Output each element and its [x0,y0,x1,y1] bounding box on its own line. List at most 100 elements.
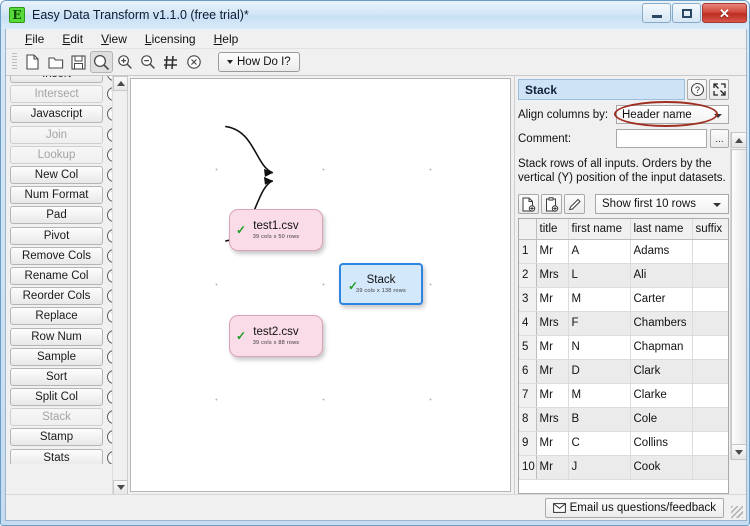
table-cell[interactable]: Cook [630,455,692,479]
zoom-fit-button[interactable] [90,51,113,73]
save-button[interactable] [67,51,90,73]
table-row[interactable]: 10MrJCookMr [519,455,729,479]
table-cell[interactable]: Chapman [630,335,692,359]
table-cell[interactable]: Cole [630,407,692,431]
table-row[interactable]: 5MrNChapmanMr [519,335,729,359]
table-cell[interactable]: M [568,383,630,407]
table-cell[interactable]: Mr [536,359,568,383]
resize-grip[interactable] [731,506,743,518]
copy-clipboard-button[interactable] [541,194,562,214]
panel-help-button[interactable]: ? [687,79,707,100]
sidebar-scroll-up-button[interactable] [113,76,128,91]
close-button[interactable]: ✕ [702,3,747,23]
table-cell[interactable]: Mrs [728,263,729,287]
table-cell[interactable]: Collins [630,431,692,455]
column-header-first-name[interactable]: first name [568,219,630,239]
table-cell[interactable]: Mrs [536,407,568,431]
table-cell[interactable]: Mr [728,455,729,479]
table-row[interactable]: 1MrAAdamsMr [519,239,729,263]
table-cell[interactable]: Mrs [728,407,729,431]
table-cell[interactable]: Mrs [728,311,729,335]
transform-button-pivot[interactable]: Pivot [10,227,103,245]
data-grid[interactable]: title first name last name suffix disp 1… [518,218,729,494]
edit-pencil-button[interactable] [564,194,585,214]
transform-button-sample[interactable]: Sample [10,348,103,366]
table-cell[interactable]: Mr [536,383,568,407]
menu-view[interactable]: View [92,30,136,48]
table-cell[interactable]: Mr [536,239,568,263]
table-cell[interactable] [692,311,728,335]
menu-file[interactable]: File [16,30,53,48]
table-cell[interactable]: Clarke [630,383,692,407]
grid-scroll-down-button[interactable] [731,444,746,460]
sidebar-scrollbar[interactable] [112,76,127,494]
transform-button-remove-cols[interactable]: Remove Cols [10,247,103,265]
menu-help[interactable]: Help [205,30,248,48]
table-cell[interactable]: Mr [728,287,729,311]
toolbar-grip[interactable] [12,53,17,71]
table-cell[interactable]: Mr [536,287,568,311]
table-cell[interactable] [692,407,728,431]
transform-button-sort[interactable]: Sort [10,368,103,386]
table-cell[interactable]: J [568,455,630,479]
table-cell[interactable]: Mrs [536,263,568,287]
table-cell[interactable]: Mr [728,239,729,263]
table-cell[interactable]: Carter [630,287,692,311]
table-cell[interactable] [692,239,728,263]
align-columns-select[interactable]: Header name [616,105,729,124]
table-cell[interactable]: Mr [728,359,729,383]
table-cell[interactable]: L [568,263,630,287]
table-cell[interactable]: B [568,407,630,431]
how-do-i-button[interactable]: How Do I? [218,52,300,72]
email-feedback-button[interactable]: Email us questions/feedback [545,498,724,518]
transform-button-num-format[interactable]: Num Format [10,186,103,204]
zoom-in-button[interactable] [113,51,136,73]
table-cell[interactable]: N [568,335,630,359]
table-row[interactable]: 3MrMCarterMr [519,287,729,311]
new-file-button[interactable] [21,51,44,73]
table-cell[interactable] [692,335,728,359]
table-row[interactable]: 9MrCCollinsMr [519,431,729,455]
menu-licensing[interactable]: Licensing [136,30,205,48]
table-cell[interactable]: A [568,239,630,263]
table-cell[interactable]: Mr [536,455,568,479]
rows-shown-select[interactable]: Show first 10 rows [595,194,729,214]
grid-button[interactable] [159,51,182,73]
transform-button-stats[interactable]: Stats [10,449,103,465]
column-header-suffix[interactable]: suffix [692,219,728,239]
table-row[interactable]: 8MrsBColeMrs [519,407,729,431]
panel-expand-button[interactable] [709,79,729,100]
table-cell[interactable]: C [568,431,630,455]
comment-input[interactable] [616,129,707,148]
table-cell[interactable] [692,383,728,407]
column-header-display[interactable]: disp [728,219,729,239]
export-file-button[interactable] [518,194,539,214]
sidebar-scroll-down-button[interactable] [113,480,128,494]
transform-button-replace[interactable]: Replace [10,307,103,325]
maximize-button[interactable] [672,3,701,23]
table-row[interactable]: 7MrMClarkeMr [519,383,729,407]
zoom-out-button[interactable] [136,51,159,73]
table-row[interactable]: 6MrDClarkMr [519,359,729,383]
table-cell[interactable] [692,263,728,287]
table-cell[interactable]: Mr [728,335,729,359]
table-cell[interactable]: Chambers [630,311,692,335]
grid-vertical-scrollbar[interactable] [730,132,746,460]
table-cell[interactable] [692,287,728,311]
table-cell[interactable] [692,359,728,383]
table-cell[interactable]: M [568,287,630,311]
table-cell[interactable]: Mrs [536,311,568,335]
grid-scroll-up-button[interactable] [731,132,746,148]
transform-button-javascript[interactable]: Javascript [10,105,103,123]
clear-button[interactable] [182,51,205,73]
comment-more-button[interactable]: ... [710,129,729,148]
column-header-last-name[interactable]: last name [630,219,692,239]
canvas-node-test1[interactable]: ✓test1.csv39 cols x 50 rows [229,209,323,251]
canvas-node-test2[interactable]: ✓test2.csv39 cols x 88 rows [229,315,323,357]
table-cell[interactable]: D [568,359,630,383]
table-cell[interactable]: Adams [630,239,692,263]
table-cell[interactable] [692,431,728,455]
transform-button-new-col[interactable]: New Col [10,166,103,184]
flow-canvas[interactable]: ✓test1.csv39 cols x 50 rows ✓test2.csv39 … [130,78,511,492]
menu-edit[interactable]: Edit [53,30,92,48]
